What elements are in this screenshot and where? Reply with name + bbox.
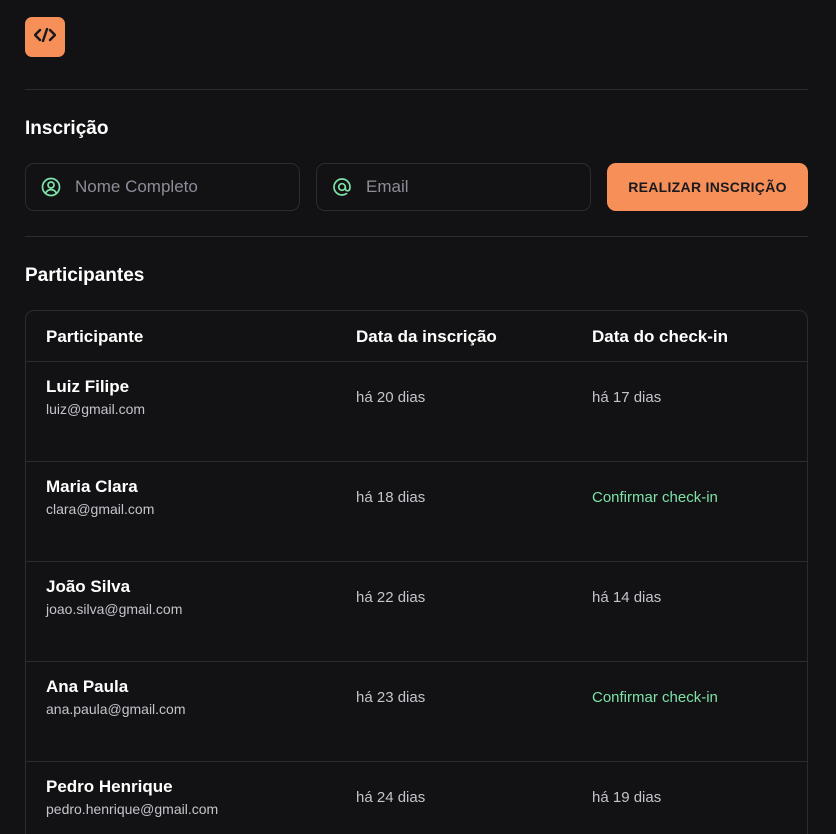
column-header-checkin-date: Data do check-in [592,327,729,346]
participant-name: João Silva [46,577,131,596]
table-row: João Silva joao.silva@gmail.com há 22 di… [26,562,807,662]
participant-email: clara@gmail.com [46,501,155,517]
table-header: Participante Data da inscrição Data do c… [26,311,807,362]
name-field[interactable] [25,163,300,211]
registration-date: há 20 dias [356,389,426,406]
table-row: Ana Paula ana.paula@gmail.com há 23 dias… [26,662,807,762]
participant-email: luiz@gmail.com [46,401,146,417]
registration-date: há 24 dias [356,789,426,806]
participant-email: ana.paula@gmail.com [46,701,186,717]
checkin-date: há 17 dias [592,389,662,406]
app-logo[interactable] [25,17,65,57]
name-input[interactable] [75,177,299,197]
participant-name: Luiz Filipe [46,377,130,396]
header-divider [25,89,808,90]
checkin-date: há 19 dias [592,789,662,806]
register-button[interactable]: REALIZAR INSCRIÇÃO [607,163,808,211]
participants-table: Participante Data da inscrição Data do c… [25,310,808,834]
table-row: Maria Clara clara@gmail.com há 18 dias C… [26,462,807,562]
participants-title: Participantes [25,265,145,286]
code-icon [33,27,57,47]
confirm-checkin-link[interactable]: Confirmar check-in [592,489,718,506]
page: Inscrição REALIZAR INSCRIÇÃO [0,0,836,834]
participant-name: Ana Paula [46,677,129,696]
email-field[interactable] [316,163,591,211]
registration-form: REALIZAR INSCRIÇÃO [25,163,808,211]
participant-email: pedro.henrique@gmail.com [46,801,219,817]
column-header-participant: Participante [46,327,144,346]
at-sign-icon [332,177,352,197]
participant-name: Pedro Henrique [46,777,173,796]
participant-name: Maria Clara [46,477,138,496]
table-row: Pedro Henrique pedro.henrique@gmail.com … [26,762,807,834]
registration-title: Inscrição [25,118,109,139]
participant-email: joao.silva@gmail.com [46,601,183,617]
table-row: Luiz Filipe luiz@gmail.com há 20 dias há… [26,362,807,462]
registration-date: há 18 dias [356,489,426,506]
confirm-checkin-link[interactable]: Confirmar check-in [592,689,718,706]
user-circle-icon [41,177,61,197]
column-header-registration-date: Data da inscrição [356,327,497,346]
checkin-date: há 14 dias [592,589,662,606]
form-divider [25,236,808,237]
registration-date: há 23 dias [356,689,426,706]
email-input[interactable] [366,177,590,197]
registration-date: há 22 dias [356,589,426,606]
